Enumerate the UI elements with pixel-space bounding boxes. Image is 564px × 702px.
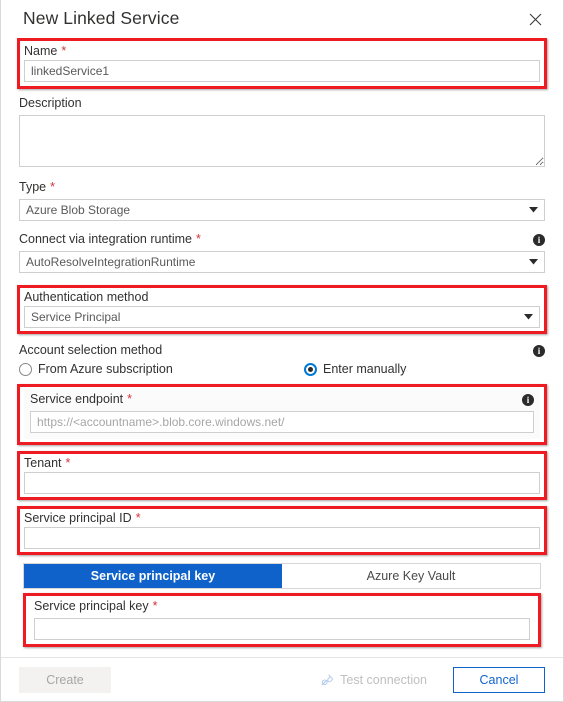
service-endpoint-label: Service endpoint * — [30, 391, 132, 408]
description-textarea[interactable] — [19, 115, 545, 167]
radio-from-azure-subscription-label: From Azure subscription — [38, 362, 173, 376]
close-icon[interactable] — [521, 5, 549, 33]
field-account-selection-method: Account selection method i From Azure su… — [1, 342, 563, 376]
service-principal-key-label: Service principal key * — [34, 598, 530, 615]
dialog-footer: Create Test connection Cancel — [1, 657, 563, 701]
service-endpoint-label-text: Service endpoint — [30, 392, 124, 406]
highlight-box-name: Name * — [17, 38, 547, 89]
type-label: Type * — [19, 179, 545, 196]
service-endpoint-input[interactable] — [30, 411, 534, 433]
info-icon-integration-runtime[interactable]: i — [533, 233, 545, 246]
service-principal-key-required-asterisk: * — [152, 599, 158, 614]
dialog-body: Name * Description Type * Azure B — [1, 38, 563, 657]
name-required-asterisk: * — [61, 44, 67, 59]
field-integration-runtime: Connect via integration runtime * i Auto… — [1, 231, 563, 273]
new-linked-service-dialog: New Linked Service Name * Description — [0, 0, 564, 702]
account-selection-radio-group: From Azure subscription Enter manually — [19, 362, 545, 376]
integration-runtime-label: Connect via integration runtime * — [19, 231, 201, 248]
type-dropdown-value[interactable]: Azure Blob Storage — [19, 199, 545, 221]
credential-source-toggle-group: Service principal key Azure Key Vault — [23, 563, 541, 589]
account-selection-label-text: Account selection method — [19, 343, 163, 357]
integration-runtime-required-asterisk: * — [196, 232, 201, 247]
tenant-required-asterisk: * — [65, 456, 71, 471]
integration-runtime-dropdown-value[interactable]: AutoResolveIntegrationRuntime — [19, 251, 545, 273]
plug-icon — [320, 673, 334, 687]
cancel-button[interactable]: Cancel — [453, 666, 545, 693]
authentication-method-label-text: Authentication method — [24, 290, 149, 304]
account-selection-label: Account selection method — [19, 342, 162, 359]
service-endpoint-required-asterisk: * — [127, 392, 132, 407]
service-principal-key-label-text: Service principal key — [34, 599, 149, 613]
radio-enter-manually[interactable]: Enter manually — [304, 362, 406, 376]
account-selection-label-row: Account selection method i — [19, 342, 545, 359]
integration-runtime-dropdown[interactable]: AutoResolveIntegrationRuntime — [19, 251, 545, 273]
tab-service-principal-key[interactable]: Service principal key — [24, 564, 282, 588]
field-service-endpoint: Service endpoint * i — [24, 388, 540, 439]
service-principal-key-input[interactable] — [34, 618, 530, 640]
dialog-header: New Linked Service — [1, 0, 563, 38]
field-description: Description — [1, 95, 563, 167]
field-type: Type * Azure Blob Storage — [1, 179, 563, 221]
radio-from-azure-subscription[interactable]: From Azure subscription — [19, 362, 304, 376]
tenant-input[interactable] — [24, 472, 540, 494]
radio-unselected-icon — [19, 362, 32, 376]
field-service-principal-key: Service principal key * — [30, 598, 534, 640]
page-title: New Linked Service — [23, 8, 180, 29]
description-label: Description — [19, 95, 545, 112]
name-label-text: Name — [24, 44, 58, 58]
highlight-box-service-endpoint: Service endpoint * i — [17, 384, 547, 445]
name-label: Name * — [24, 43, 540, 60]
service-endpoint-label-row: Service endpoint * i — [30, 391, 534, 408]
info-icon-account-selection[interactable]: i — [533, 344, 545, 357]
test-connection-label: Test connection — [340, 672, 427, 687]
service-principal-id-input[interactable] — [24, 527, 540, 549]
type-dropdown[interactable]: Azure Blob Storage — [19, 199, 545, 221]
field-service-principal-id: Service principal ID * — [24, 510, 540, 549]
authentication-method-dropdown-value[interactable]: Service Principal — [24, 306, 540, 328]
info-icon-service-endpoint[interactable]: i — [522, 393, 534, 406]
integration-runtime-label-text: Connect via integration runtime — [19, 232, 193, 246]
field-authentication-method: Authentication method Service Principal — [24, 289, 540, 328]
highlight-box-authentication-method: Authentication method Service Principal — [17, 285, 547, 334]
name-input[interactable] — [24, 60, 540, 82]
authentication-method-dropdown[interactable]: Service Principal — [24, 306, 540, 328]
service-principal-id-required-asterisk: * — [135, 511, 141, 526]
test-connection-button[interactable]: Test connection — [320, 673, 427, 687]
field-name: Name * — [24, 43, 540, 82]
type-required-asterisk: * — [50, 180, 55, 195]
service-principal-id-label-text: Service principal ID — [24, 511, 132, 525]
authentication-method-label: Authentication method — [24, 289, 540, 306]
integration-runtime-label-row: Connect via integration runtime * i — [19, 231, 545, 248]
tab-azure-key-vault[interactable]: Azure Key Vault — [282, 564, 540, 588]
radio-enter-manually-label: Enter manually — [323, 362, 407, 376]
type-label-text: Type — [19, 180, 47, 194]
tenant-label: Tenant * — [24, 455, 540, 472]
highlight-box-tenant: Tenant * — [17, 451, 547, 500]
radio-selected-icon — [304, 362, 317, 376]
tenant-label-text: Tenant — [24, 456, 62, 470]
highlight-box-service-principal-id: Service principal ID * — [17, 506, 547, 555]
description-label-text: Description — [19, 96, 82, 110]
service-principal-id-label: Service principal ID * — [24, 510, 540, 527]
create-button[interactable]: Create — [19, 666, 111, 693]
highlight-box-service-principal-key: Service principal key * — [23, 593, 541, 647]
field-tenant: Tenant * — [24, 455, 540, 494]
